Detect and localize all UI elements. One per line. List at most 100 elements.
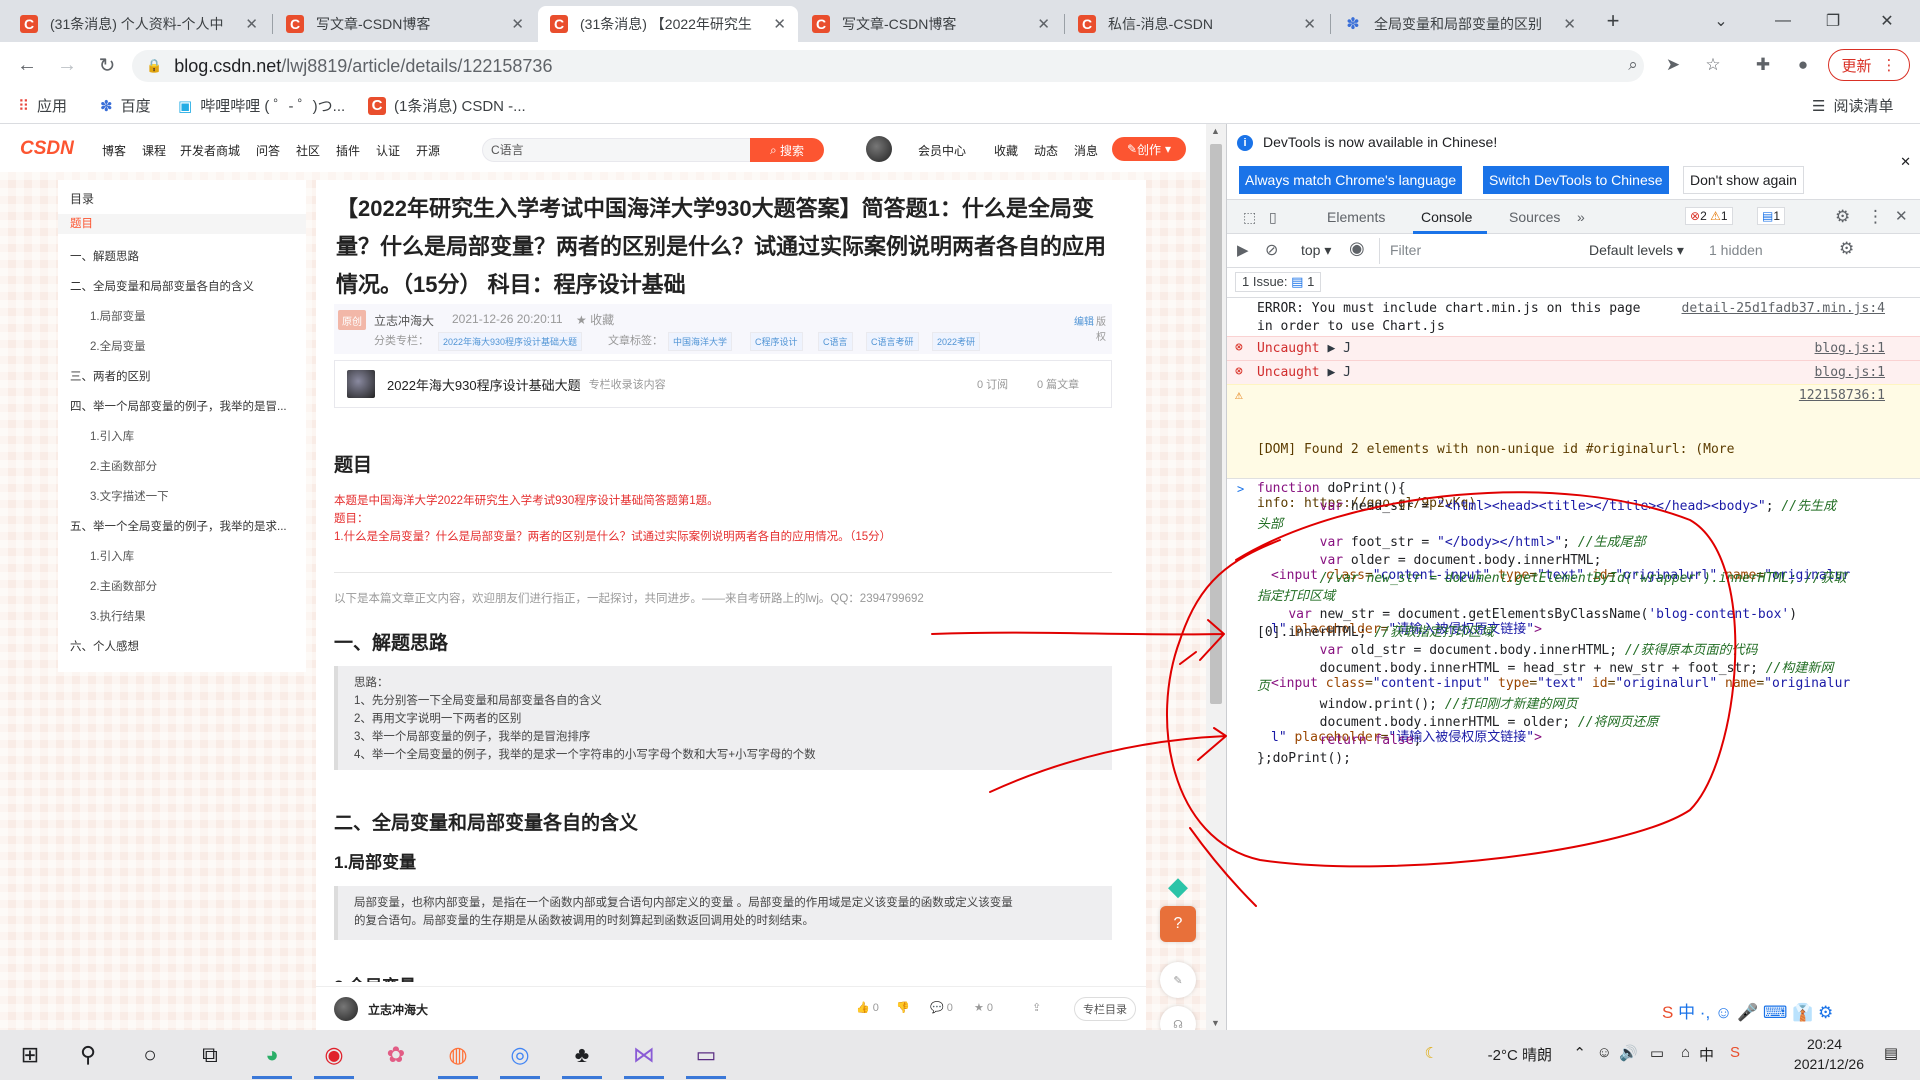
match-language-button[interactable]: Always match Chrome's language <box>1239 166 1463 194</box>
close-icon[interactable]: ✕ <box>1303 15 1316 33</box>
profile-avatar-icon[interactable]: ● <box>1788 50 1818 80</box>
avatar[interactable] <box>334 997 358 1021</box>
page-scrollbar[interactable]: ▲ ▼ <box>1206 124 1226 1030</box>
source-link[interactable]: 122158736:1 <box>1799 387 1885 405</box>
search-icon[interactable]: ⚲ <box>62 1035 114 1075</box>
cortana-icon[interactable]: ○ <box>124 1035 176 1075</box>
source-link[interactable]: blog.js:1 <box>1815 364 1885 382</box>
nav-activity[interactable]: 动态 <box>1034 142 1058 159</box>
column-dir-button[interactable]: 专栏目录 <box>1074 997 1136 1021</box>
share-icon[interactable]: ⇪ <box>1032 1001 1041 1014</box>
tag[interactable]: C语言 <box>818 332 853 351</box>
tab-6[interactable]: ✽ 全局变量和局部变量的区别 ✕ <box>1332 6 1588 42</box>
tab-search-chevron-icon[interactable]: ⌄ <box>1698 0 1744 42</box>
console-error-line[interactable]: ⊗ Uncaught ▶ J blog.js:1 <box>1227 336 1920 360</box>
bottom-author[interactable]: 立志冲海大 <box>368 1001 428 1018</box>
address-bar[interactable]: 🔒 blog.csdn.net/lwj8819/article/details/… <box>132 50 1644 82</box>
tab-console[interactable]: Console <box>1421 209 1472 225</box>
lock-icon[interactable]: 🔒 <box>146 58 162 74</box>
forward-button[interactable]: → <box>52 50 82 80</box>
toc-item[interactable]: 2.全局变量 <box>90 338 322 354</box>
chat-bubble-icon[interactable]: ◆ <box>1160 868 1196 904</box>
bookmark-star-icon[interactable]: ☆ <box>1698 50 1728 80</box>
source-link[interactable]: blog.js:1 <box>1815 340 1885 358</box>
paint-icon[interactable]: ✿ <box>370 1035 422 1075</box>
source-link[interactable]: detail-25d1fadb37.min.js:4 <box>1682 300 1886 318</box>
edit-link[interactable]: 编辑 <box>1074 313 1094 328</box>
close-icon[interactable]: ✕ <box>511 15 524 33</box>
thumb-down-icon[interactable]: 👎 <box>896 1001 910 1014</box>
update-button[interactable]: 更新 ⋮ <box>1828 49 1910 81</box>
toc-item[interactable]: 一、解题思路 <box>70 248 302 264</box>
bookmark-apps[interactable]: ⠿ 应用 <box>18 95 67 116</box>
device-toolbar-icon[interactable]: ▯ <box>1269 209 1277 226</box>
extensions-puzzle-icon[interactable]: ✚ <box>1748 50 1778 80</box>
windows-start-icon[interactable]: ⊞ <box>4 1035 56 1075</box>
tag[interactable]: C程序设计 <box>750 332 803 351</box>
bookmark-bilibili[interactable]: ▣ 哔哩哔哩 ( ゜- ゜)つ... <box>178 95 345 116</box>
issues-button[interactable]: 1 Issue: ▤ 1 <box>1235 272 1322 292</box>
nav-community[interactable]: 社区 <box>296 142 320 159</box>
nav-message[interactable]: 消息 <box>1074 142 1098 159</box>
avatar[interactable] <box>866 136 892 162</box>
tab-2[interactable]: C 写文章-CSDN博客 ✕ <box>274 6 536 42</box>
toc-item[interactable]: 1.引入库 <box>90 548 322 564</box>
toc-item[interactable]: 1.局部变量 <box>90 308 322 324</box>
toc-item[interactable]: 3.执行结果 <box>90 608 322 624</box>
close-icon[interactable]: ✕ <box>1563 15 1576 33</box>
context-select[interactable]: top ▾ <box>1301 242 1331 259</box>
nav-qa[interactable]: 问答 <box>256 142 280 159</box>
clock-date[interactable]: 2021/12/26 <box>1794 1056 1864 1072</box>
console-input-code[interactable]: function doPrint(){ var head_str = "<htm… <box>1257 480 1887 768</box>
toc-item[interactable]: 3.文字描述一下 <box>90 488 322 504</box>
reading-list[interactable]: ☰ 阅读清单 <box>1812 95 1893 116</box>
toc-item[interactable]: 2.主函数部分 <box>90 578 322 594</box>
csdn-search-button[interactable]: ⌕ 搜索 <box>750 138 824 162</box>
toc-item[interactable]: 三、两者的区别 <box>70 368 302 384</box>
battery-icon[interactable]: ▭ <box>1650 1044 1664 1062</box>
bookmark-baidu[interactable]: ✽ 百度 <box>100 95 151 116</box>
nav-cert[interactable]: 认证 <box>376 142 400 159</box>
edit-note-icon[interactable]: ✎ <box>1160 962 1196 998</box>
switch-chinese-button[interactable]: Switch DevTools to Chinese <box>1483 166 1669 194</box>
eye-icon[interactable]: ◉ <box>1349 238 1365 259</box>
dont-show-again-button[interactable]: Don't show again <box>1683 166 1804 194</box>
console-error-line[interactable]: ⊗ Uncaught ▶ J blog.js:1 <box>1227 360 1920 384</box>
more-menu-icon[interactable]: ⋮ <box>1867 207 1884 227</box>
tab-sources[interactable]: Sources <box>1509 209 1560 225</box>
wechat-icon[interactable]: ◕ <box>246 1035 298 1079</box>
task-view-icon[interactable]: ⧉ <box>184 1035 236 1075</box>
like-button[interactable]: 👍 0 <box>856 1001 879 1014</box>
nav-blog[interactable]: 博客 <box>102 142 126 159</box>
create-button[interactable]: ✎ 创作 ▾ <box>1112 137 1186 161</box>
bookmark-csdn[interactable]: C (1条消息) CSDN -... <box>368 95 526 116</box>
more-tabs-icon[interactable]: » <box>1577 209 1585 225</box>
csdn-logo[interactable]: CSDN <box>20 138 74 160</box>
toc-item[interactable]: 六、个人感想 <box>70 638 302 654</box>
clear-console-icon[interactable]: ⊘ <box>1265 240 1278 260</box>
close-icon[interactable]: ✕ <box>1037 15 1050 33</box>
mascot-icon[interactable]: ? <box>1160 906 1196 942</box>
column-tag[interactable]: 2022年海大930程序设计基础大题 <box>438 332 583 351</box>
ime-toolbar[interactable]: S 中 ·, ☺ 🎤 ⌨ 👔 ⚙ <box>1662 998 1833 1023</box>
tag[interactable]: 2022考研 <box>932 332 981 351</box>
tab-4[interactable]: C 写文章-CSDN博客 ✕ <box>800 6 1062 42</box>
toc-item[interactable]: 五、举一个全局变量的例子，我举的是求... <box>70 518 302 534</box>
message-counter[interactable]: ▤1 <box>1757 207 1786 225</box>
toc-item[interactable]: 2.主函数部分 <box>90 458 322 474</box>
chrome-icon[interactable]: ◎ <box>494 1035 546 1079</box>
ime-indicator[interactable]: 中 <box>1699 1044 1714 1065</box>
send-icon[interactable]: ➤ <box>1658 50 1688 80</box>
network-icon[interactable]: ⌂ <box>1681 1044 1690 1061</box>
settings-gear-icon[interactable]: ⚙ <box>1835 207 1850 227</box>
tab-5[interactable]: C 私信-消息-CSDN ✕ <box>1066 6 1328 42</box>
console-settings-icon[interactable]: ⚙ <box>1839 239 1854 259</box>
nav-mall[interactable]: 开发者商城 <box>180 142 240 159</box>
collect-button[interactable]: ★ 0 <box>974 1001 993 1014</box>
headset-icon[interactable]: ☊ <box>1160 1006 1196 1030</box>
toc-item[interactable]: 二、全局变量和局部变量各自的含义 <box>70 278 302 294</box>
nav-collect[interactable]: 收藏 <box>994 142 1018 159</box>
minimize-button[interactable]: — <box>1760 0 1806 42</box>
collect-link[interactable]: ★ 收藏 <box>576 311 614 328</box>
tab-1[interactable]: C (31条消息) 个人资料-个人中 ✕ <box>8 6 270 42</box>
